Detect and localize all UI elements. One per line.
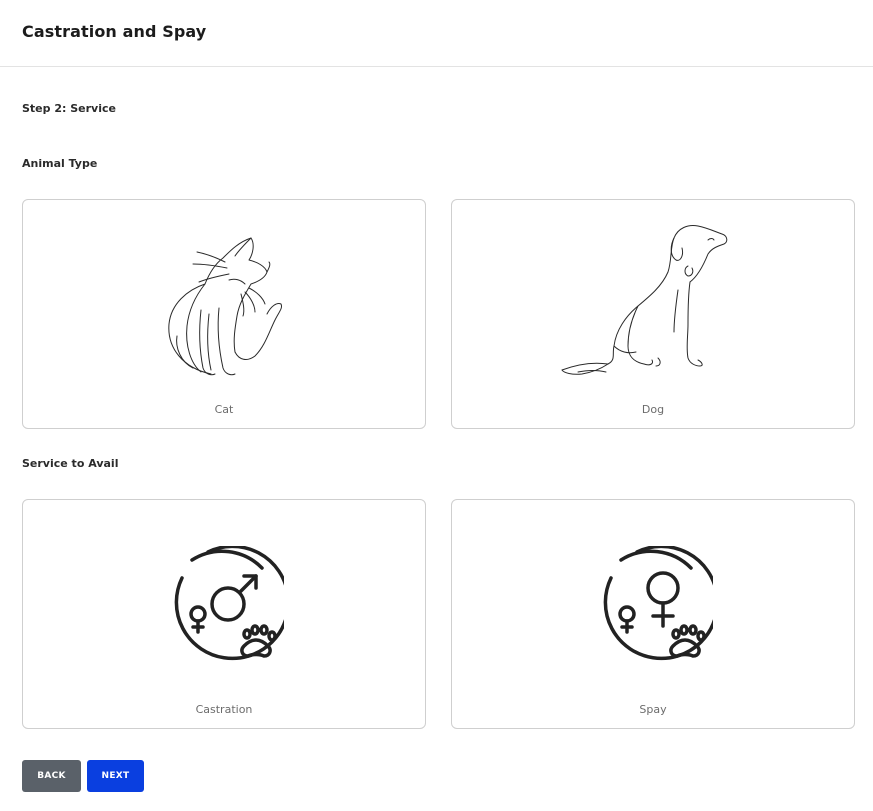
- service-option-spay[interactable]: Spay: [451, 499, 855, 729]
- service-option-label: Castration: [195, 703, 253, 716]
- animal-option-cat[interactable]: Cat: [22, 199, 426, 429]
- page-title: Castration and Spay: [22, 22, 207, 41]
- animal-option-dog[interactable]: Dog: [451, 199, 855, 429]
- back-button[interactable]: BACK: [22, 760, 81, 792]
- dog-line-art-icon: [561, 225, 728, 375]
- male-gender-paw-icon: [174, 546, 284, 661]
- female-gender-paw-icon: [603, 546, 713, 661]
- service-option-castration[interactable]: Castration: [22, 499, 426, 729]
- service-heading: Service to Avail: [22, 457, 119, 470]
- page-header: Castration and Spay: [0, 0, 873, 67]
- animal-type-heading: Animal Type: [22, 157, 98, 170]
- animal-option-label: Dog: [641, 403, 665, 416]
- step-label: Step 2: Service: [22, 102, 116, 115]
- next-button[interactable]: NEXT: [87, 760, 144, 792]
- service-option-label: Spay: [639, 703, 667, 716]
- cat-line-art-icon: [168, 237, 282, 376]
- animal-option-label: Cat: [214, 403, 234, 416]
